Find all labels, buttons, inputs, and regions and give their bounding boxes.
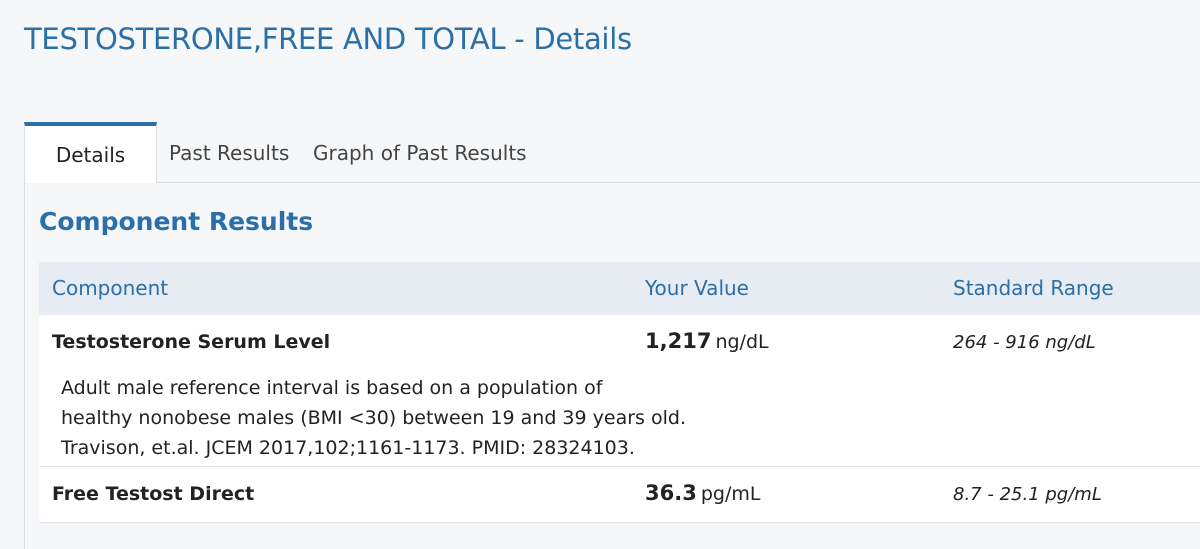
details-panel: Component Results Component Your Value S… xyxy=(24,183,1200,549)
value-number: 36.3 xyxy=(645,481,697,505)
tab-details[interactable]: Details xyxy=(24,122,157,184)
header-component: Component xyxy=(52,276,169,300)
page-title: TESTOSTERONE,FREE AND TOTAL - Details xyxy=(24,22,632,56)
tab-bar: Details Past Results Graph of Past Resul… xyxy=(24,122,1200,184)
header-standard-range: Standard Range xyxy=(953,276,1114,300)
header-your-value: Your Value xyxy=(645,276,749,300)
component-name: Testosterone Serum Level xyxy=(52,331,331,353)
component-results-table: Component Your Value Standard Range Test… xyxy=(39,262,1200,523)
comment-line: healthy nonobese males (BMI <30) between… xyxy=(61,407,686,429)
value-unit: pg/mL xyxy=(700,483,761,505)
table-row: Free Testost Direct 36.3 pg/mL 8.7 - 25.1… xyxy=(39,467,1200,523)
value-unit: ng/dL xyxy=(715,331,769,353)
component-value: 36.3 pg/mL xyxy=(645,481,760,505)
result-comment: Adult male reference interval is based o… xyxy=(61,373,686,463)
value-number: 1,217 xyxy=(645,329,712,353)
tab-graph-of-past-results[interactable]: Graph of Past Results xyxy=(313,122,527,183)
component-name: Free Testost Direct xyxy=(52,483,255,505)
component-range: 8.7 - 25.1 pg/mL xyxy=(953,484,1102,505)
tab-past-results[interactable]: Past Results xyxy=(169,122,289,183)
comment-line: Adult male reference interval is based o… xyxy=(61,377,603,399)
table-row: Testosterone Serum Level 1,217 ng/dL 264 … xyxy=(39,315,1200,467)
table-header: Component Your Value Standard Range xyxy=(39,262,1200,315)
section-title: Component Results xyxy=(39,207,314,236)
component-range: 264 - 916 ng/dL xyxy=(953,332,1096,353)
comment-line: Travison, et.al. JCEM 2017,102;1161-1173… xyxy=(61,437,635,459)
component-value: 1,217 ng/dL xyxy=(645,329,769,353)
